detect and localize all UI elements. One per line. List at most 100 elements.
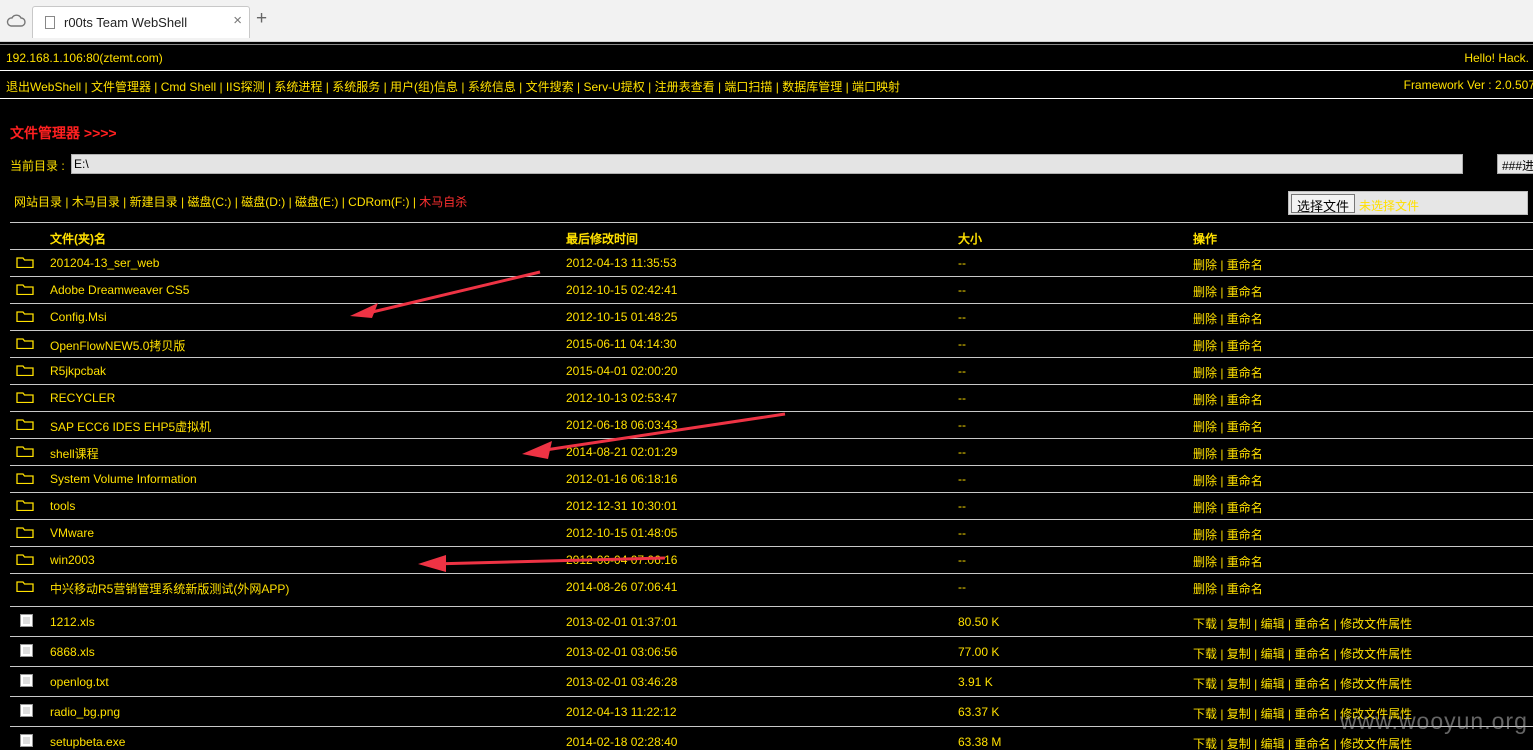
menu-separator: | — [842, 80, 853, 94]
link-separator: | — [177, 195, 188, 209]
menu-link[interactable]: 注册表查看 — [655, 80, 715, 94]
menu-link[interactable]: Serv-U提权 — [583, 80, 644, 94]
page-icon — [45, 16, 55, 29]
folder-name-link[interactable]: shell课程 — [50, 445, 99, 462]
folder-icon — [16, 500, 34, 511]
modified-time: 2013-02-01 03:46:28 — [566, 675, 678, 689]
menu-link[interactable]: 用户(组)信息 — [390, 80, 458, 94]
folder-name-link[interactable]: VMware — [50, 526, 94, 540]
file-name-link[interactable]: 6868.xls — [50, 645, 95, 659]
menu-link[interactable]: 端口映射 — [852, 80, 900, 94]
current-dir-input[interactable] — [71, 154, 1463, 174]
folder-icon — [16, 311, 34, 322]
modified-time: 2015-06-11 04:14:30 — [566, 337, 677, 351]
folder-name-link[interactable]: OpenFlowNEW5.0拷贝版 — [50, 337, 185, 354]
row-actions[interactable]: 删除 | 重命名 — [1193, 337, 1263, 354]
quick-link[interactable]: 新建目录 — [130, 195, 178, 209]
file-size: -- — [958, 553, 966, 567]
row-actions[interactable]: 删除 | 重命名 — [1193, 580, 1263, 597]
menu-link[interactable]: 数据库管理 — [782, 80, 842, 94]
file-name-link[interactable]: 1212.xls — [50, 615, 95, 629]
file-name-link[interactable]: openlog.txt — [50, 675, 109, 689]
file-size: -- — [958, 256, 966, 270]
folder-row: OpenFlowNEW5.0拷贝版 2015-06-11 04:14:30 -- 删除… — [10, 330, 1533, 357]
menu-link[interactable]: 系统服务 — [332, 80, 380, 94]
row-actions[interactable]: 删除 | 重命名 — [1193, 418, 1263, 435]
row-actions[interactable]: 删除 | 重命名 — [1193, 445, 1263, 462]
link-separator: | — [338, 195, 349, 209]
modified-time: 2012-10-15 01:48:05 — [566, 526, 678, 540]
menu-link[interactable]: IIS探测 — [226, 80, 265, 94]
quick-link[interactable]: 木马目录 — [72, 195, 120, 209]
row-actions[interactable]: 删除 | 重命名 — [1193, 499, 1263, 516]
folder-name-link[interactable]: Config.Msi — [50, 310, 107, 324]
folder-name-link[interactable]: System Volume Information — [50, 472, 197, 486]
folder-name-link[interactable]: 201204-13_ser_web — [50, 256, 159, 270]
choose-file-button[interactable]: 选择文件 — [1291, 194, 1356, 214]
row-actions[interactable]: 删除 | 重命名 — [1193, 283, 1263, 300]
folder-name-link[interactable]: win2003 — [50, 553, 95, 567]
menu-link[interactable]: 系统信息 — [468, 80, 516, 94]
folder-row: 201204-13_ser_web 2012-04-13 11:35:53 -- 删除… — [10, 249, 1533, 276]
menu-link[interactable]: Cmd Shell — [161, 80, 216, 94]
server-address: 192.168.1.106:80(ztemt.com) — [6, 51, 163, 65]
folder-icon — [16, 257, 34, 268]
menu-separator: | — [264, 80, 275, 94]
row-actions[interactable]: 下载 | 复制 | 编辑 | 重命名 | 修改文件属性 — [1193, 675, 1412, 692]
file-checkbox[interactable] — [20, 614, 33, 627]
folder-icon — [16, 365, 34, 376]
row-actions[interactable]: 删除 | 重命名 — [1193, 391, 1263, 408]
file-size: -- — [958, 364, 966, 378]
quick-link[interactable]: 磁盘(C:) — [187, 195, 231, 209]
menu-link[interactable]: 退出WebShell — [6, 80, 81, 94]
quick-link[interactable]: 网站目录 — [14, 195, 62, 209]
close-tab-icon[interactable]: × — [233, 12, 242, 29]
folder-name-link[interactable]: Adobe Dreamweaver CS5 — [50, 283, 189, 297]
quick-link[interactable]: 磁盘(E:) — [295, 195, 338, 209]
row-actions[interactable]: 删除 | 重命名 — [1193, 472, 1263, 489]
folder-row: Config.Msi 2012-10-15 01:48:25 -- 删除 | 重命名 — [10, 303, 1533, 330]
row-actions[interactable]: 删除 | 重命名 — [1193, 310, 1263, 327]
link-separator: | — [231, 195, 242, 209]
folder-row: 中兴移动R5营销管理系统新版测试(外网APP) 2014-08-26 07:06:… — [10, 573, 1533, 600]
browser-tab[interactable]: r00ts Team WebShell × — [32, 6, 250, 38]
row-actions[interactable]: 下载 | 复制 | 编辑 | 重命名 | 修改文件属性 — [1193, 735, 1412, 750]
folder-row: RECYCLER 2012-10-13 02:53:47 -- 删除 | 重命名 — [10, 384, 1533, 411]
file-checkbox[interactable] — [20, 644, 33, 657]
row-actions[interactable]: 删除 | 重命名 — [1193, 553, 1263, 570]
file-name-link[interactable]: setupbeta.exe — [50, 735, 125, 749]
menu-separator: | — [573, 80, 584, 94]
folder-icon — [16, 392, 34, 403]
modified-time: 2012-04-13 11:22:12 — [566, 705, 677, 719]
file-checkbox[interactable] — [20, 704, 33, 717]
cloud-icon[interactable] — [6, 13, 26, 29]
menu-separator: | — [644, 80, 655, 94]
folder-name-link[interactable]: tools — [50, 499, 75, 513]
menu-link[interactable]: 文件搜索 — [526, 80, 574, 94]
go-button[interactable]: ###进 — [1497, 154, 1533, 174]
new-tab-button[interactable]: + — [256, 9, 267, 29]
file-row: radio_bg.png 2012-04-13 11:22:12 63.37 K 下载… — [10, 696, 1533, 726]
file-size: -- — [958, 310, 966, 324]
row-actions[interactable]: 删除 | 重命名 — [1193, 364, 1263, 381]
menu-link[interactable]: 系统进程 — [274, 80, 322, 94]
link-separator: | — [62, 195, 72, 209]
file-checkbox[interactable] — [20, 674, 33, 687]
folder-name-link[interactable]: R5jkpcbak — [50, 364, 106, 378]
row-actions[interactable]: 删除 | 重命名 — [1193, 256, 1263, 273]
file-checkbox[interactable] — [20, 734, 33, 747]
menu-separator: | — [322, 80, 333, 94]
folder-name-link[interactable]: SAP ECC6 IDES EHP5虚拟机 — [50, 418, 211, 435]
menu-link[interactable]: 文件管理器 — [91, 80, 151, 94]
menu-link[interactable]: 端口扫描 — [724, 80, 772, 94]
folder-name-link[interactable]: 中兴移动R5营销管理系统新版测试(外网APP) — [50, 580, 289, 597]
folder-name-link[interactable]: RECYCLER — [50, 391, 115, 405]
quick-links: 网站目录 | 木马目录 | 新建目录 | 磁盘(C:) | 磁盘(D:) | 磁… — [14, 193, 467, 210]
row-actions[interactable]: 下载 | 复制 | 编辑 | 重命名 | 修改文件属性 — [1193, 645, 1412, 662]
quick-link[interactable]: CDRom(F:) — [348, 195, 409, 209]
self-destruct-link[interactable]: 木马自杀 — [419, 195, 467, 209]
file-name-link[interactable]: radio_bg.png — [50, 705, 120, 719]
row-actions[interactable]: 删除 | 重命名 — [1193, 526, 1263, 543]
quick-link[interactable]: 磁盘(D:) — [241, 195, 285, 209]
row-actions[interactable]: 下载 | 复制 | 编辑 | 重命名 | 修改文件属性 — [1193, 615, 1412, 632]
